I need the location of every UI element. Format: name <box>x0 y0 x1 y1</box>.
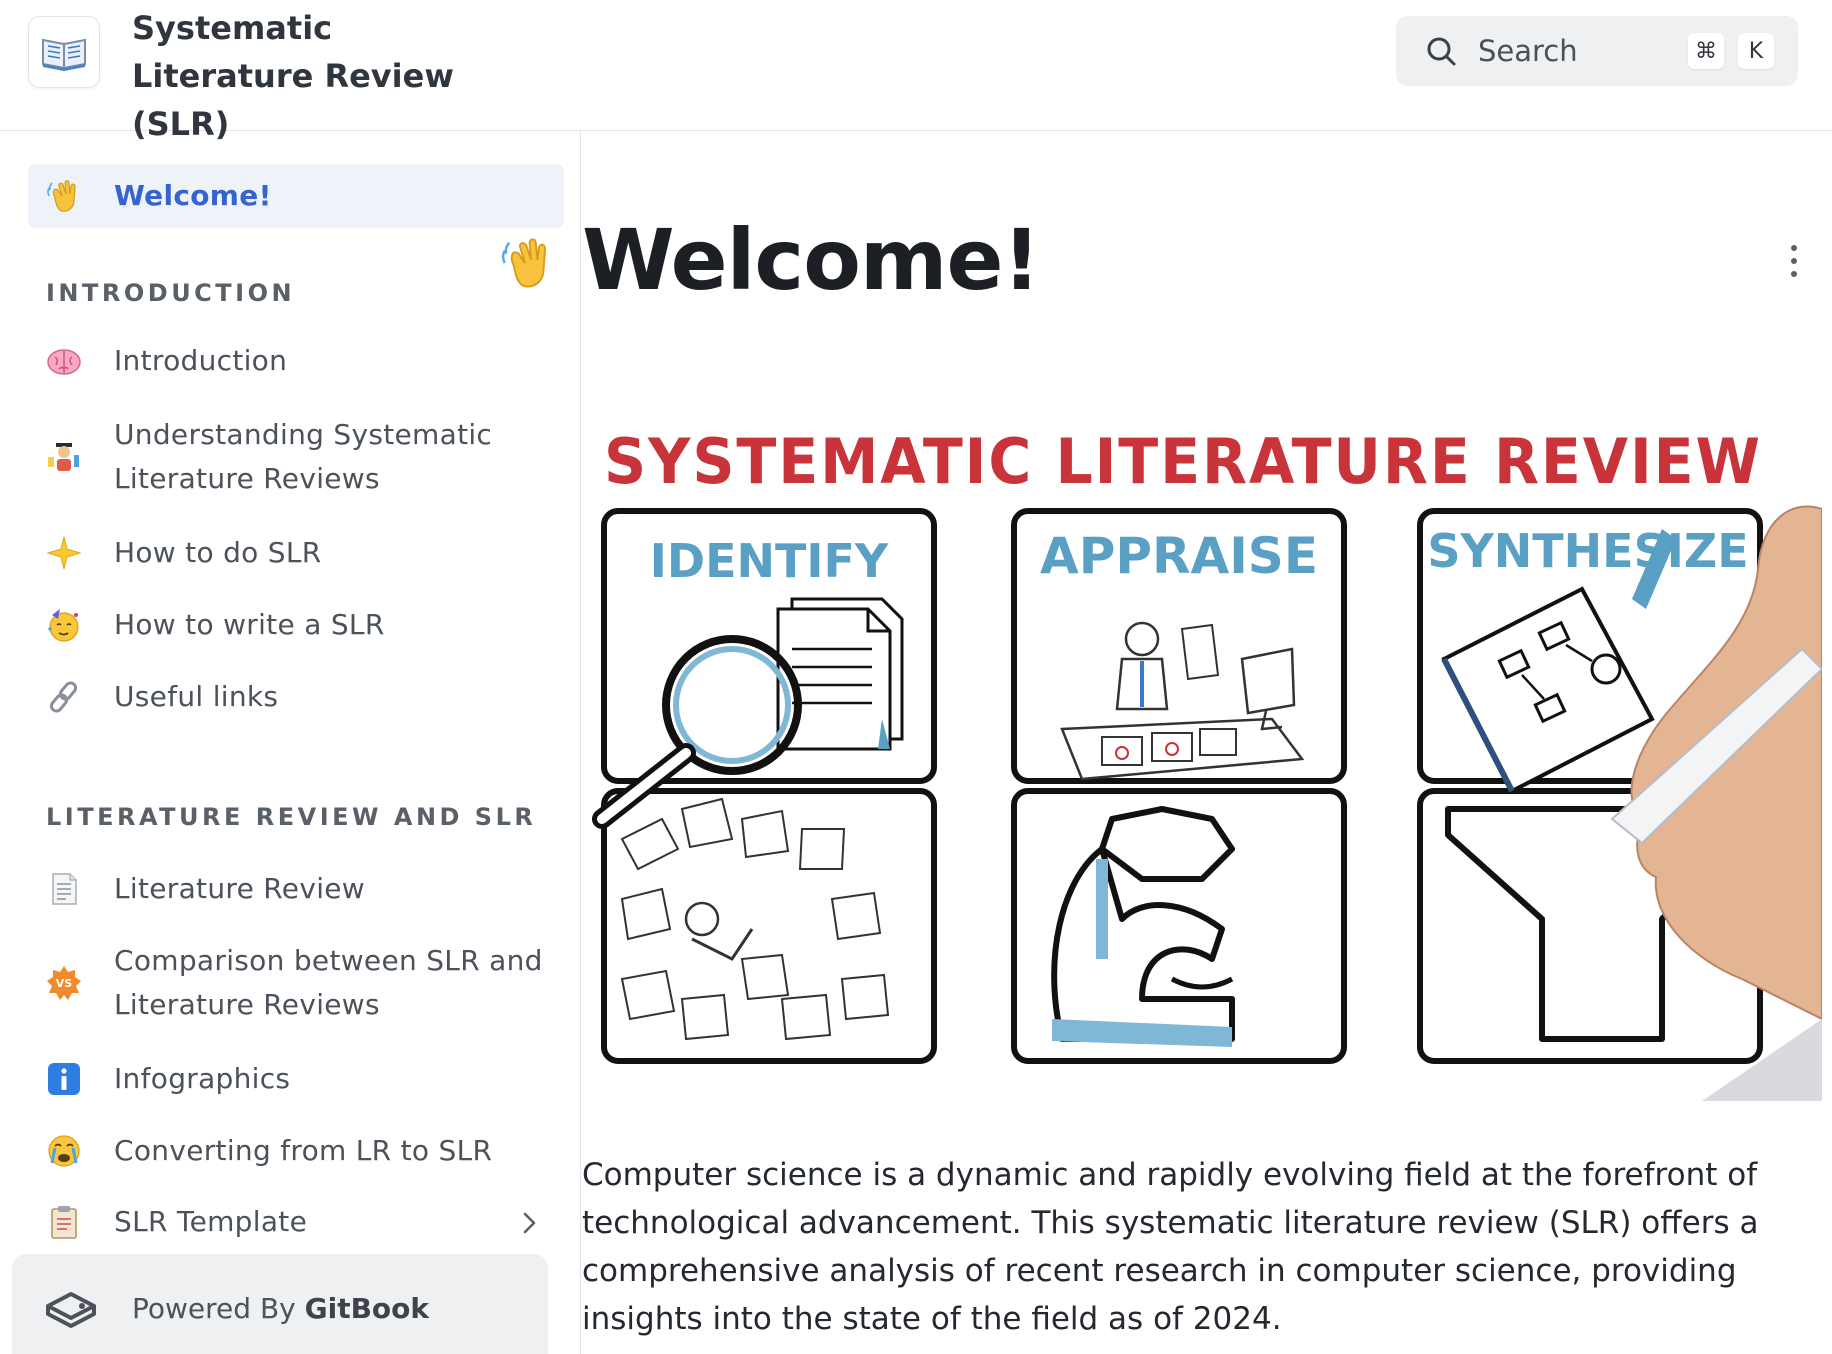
party-face-icon <box>48 609 79 642</box>
sidebar-item-literature-review[interactable]: Literature Review <box>28 867 558 911</box>
sidebar-item-welcome[interactable]: Welcome! <box>28 164 564 228</box>
main-content: Welcome! SYSTEMATIC LITERATURE REVIEW ID… <box>501 131 1832 1354</box>
top-header: Systematic Literature Review (SLR) Searc… <box>0 0 1832 143</box>
waving-hand-icon <box>47 180 76 212</box>
sidebar-item-label: Introduction <box>114 344 288 377</box>
banner-heading: SYSTEMATIC LITERATURE REVIEW <box>604 425 1762 498</box>
gitbook-brand: GitBook <box>304 1292 430 1325</box>
crying-face-icon <box>48 1135 80 1167</box>
powered-by-label: Powered By GitBook <box>132 1292 429 1325</box>
page-title: Welcome! <box>582 211 1041 309</box>
open-book-icon <box>42 38 86 71</box>
panel-label-synthesize: SYNTHESIZE <box>1427 524 1748 578</box>
sidebar-item-label: Understanding Systematic Literature Revi… <box>114 418 493 495</box>
star-icon <box>46 536 82 570</box>
waving-hand-icon <box>501 238 547 288</box>
brain-icon <box>47 349 81 375</box>
section-heading-introduction: INTRODUCTION <box>46 279 296 307</box>
sidebar-item-label: SLR Template <box>114 1205 308 1238</box>
sidebar-item-converting-lr-to-slr[interactable]: Converting from LR to SLR <box>28 1129 558 1173</box>
sidebar-item-useful-links[interactable]: Useful links <box>28 675 558 719</box>
sidebar-item-label: Welcome! <box>114 179 272 212</box>
sidebar-item-understanding-slr[interactable]: Understanding Systematic Literature Revi… <box>28 413 508 503</box>
panel-label-appraise: APPRAISE <box>1040 527 1318 585</box>
chevron-right-icon[interactable] <box>520 1209 540 1237</box>
sidebar-item-how-to-do-slr[interactable]: How to do SLR <box>28 531 558 575</box>
powered-by-gitbook[interactable]: Powered By GitBook <box>12 1254 548 1354</box>
shortcut-cmd-key: ⌘ <box>1688 33 1724 69</box>
section-heading-literature-review: LITERATURE REVIEW AND SLR <box>46 803 537 831</box>
sidebar: Welcome! INTRODUCTION Introduction Under… <box>0 131 581 1354</box>
page-icon <box>52 873 77 905</box>
search-icon <box>1427 37 1456 66</box>
vs-icon: VS <box>47 966 81 1000</box>
sidebar-item-label: Useful links <box>114 680 279 713</box>
site-title[interactable]: Systematic Literature Review (SLR) <box>132 4 512 148</box>
sidebar-item-label: How to write a SLR <box>114 608 385 641</box>
sidebar-item-comparison[interactable]: VS Comparison between SLR and Literature… <box>28 939 542 1029</box>
powered-by-prefix: Powered By <box>132 1292 305 1325</box>
sidebar-item-label: Comparison between SLR and Literature Re… <box>114 944 543 1021</box>
slr-banner-image: SYSTEMATIC LITERATURE REVIEW IDENTIFY AP… <box>582 399 1822 1101</box>
sidebar-item-label: Literature Review <box>114 872 366 905</box>
info-icon <box>48 1063 80 1095</box>
student-icon <box>48 443 79 471</box>
sidebar-item-label: Infographics <box>114 1062 291 1095</box>
clipboard-icon <box>51 1206 77 1239</box>
link-icon <box>49 681 78 713</box>
sidebar-item-label: Converting from LR to SLR <box>114 1134 493 1167</box>
intro-paragraph: Computer science is a dynamic and rapidl… <box>582 1157 1759 1337</box>
gitbook-logo-icon <box>46 1292 96 1328</box>
search-label: Search <box>1478 34 1578 68</box>
panel-label-identify: IDENTIFY <box>650 534 889 588</box>
shortcut-k-key: K <box>1738 33 1774 69</box>
search-button[interactable]: Search ⌘ K <box>1396 16 1798 86</box>
sidebar-item-slr-template[interactable]: SLR Template <box>28 1200 558 1244</box>
sidebar-item-introduction[interactable]: Introduction <box>28 339 558 383</box>
more-options-icon[interactable] <box>1788 243 1800 279</box>
sidebar-item-how-to-write-slr[interactable]: How to write a SLR <box>28 603 558 647</box>
sidebar-item-label: How to do SLR <box>114 536 322 569</box>
sidebar-item-infographics[interactable]: Infographics <box>28 1057 558 1101</box>
site-logo[interactable] <box>28 16 100 88</box>
svg-text:VS: VS <box>56 977 73 990</box>
